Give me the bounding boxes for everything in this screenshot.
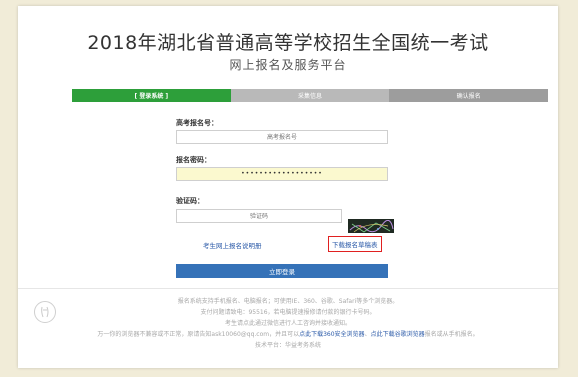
page-subtitle: 网上报名及服务平台 xyxy=(229,58,347,72)
footer-line-5: 技术平台：华益考务系统 xyxy=(254,342,321,349)
exam-no-label: 高考报名号： xyxy=(176,119,218,127)
guide-link[interactable]: 考生网上报名说明册 xyxy=(203,240,262,250)
wechat-consult-link[interactable]: 考生请点此通过微信进行人工咨询并接收通知。 xyxy=(18,318,558,327)
download-chrome-link[interactable]: 点此下载谷歌浏览器 xyxy=(371,331,425,338)
step-confirm: 确认报名 xyxy=(389,89,549,102)
footer-line-2: 支付问题请致电：95516，若电脑提速报修请付款的银行卡号码。 xyxy=(200,309,376,316)
exam-no-input[interactable] xyxy=(176,130,388,144)
footer-line-4-pre: 万一你的浏览器不兼容或不正常，原请告知ask10060@qq.com，并且可以 xyxy=(97,331,300,338)
password-label: 报名密码： xyxy=(176,156,211,164)
page-title: 2018年湖北省普通高等学校招生全国统一考试 xyxy=(87,32,489,54)
password-input[interactable]: •••••••••••••••••• xyxy=(176,167,388,181)
captcha-input[interactable] xyxy=(176,209,342,223)
step-bar: [ 登录系统 ] 采集信息 确认报名 xyxy=(72,89,549,102)
main-card: 2018年湖北省普通高等学校招生全国统一考试 网上报名及服务平台 [ 登录系统 … xyxy=(18,6,558,368)
step-login: [ 登录系统 ] xyxy=(72,89,231,102)
download-draft-link[interactable]: 下载报名草稿表 xyxy=(328,236,382,252)
footer-divider xyxy=(18,288,558,289)
footer-line-4: 万一你的浏览器不兼容或不正常，原请告知ask10060@qq.com，并且可以点… xyxy=(4,329,572,338)
captcha-label: 验证码： xyxy=(176,197,204,205)
login-button[interactable]: 立即登录 xyxy=(176,264,388,278)
captcha-image[interactable] xyxy=(348,219,394,233)
footer-line-4-post: 报名或从手机报名。 xyxy=(424,331,479,338)
footer-line-1: 报名系统支持手机报名、电脑报名；可使用IE、360、谷歌、Safari等多个浏览… xyxy=(177,298,399,305)
download-360-link[interactable]: 点此下载360安全浏览器 xyxy=(299,331,364,338)
step-collect-info: 采集信息 xyxy=(230,89,390,102)
